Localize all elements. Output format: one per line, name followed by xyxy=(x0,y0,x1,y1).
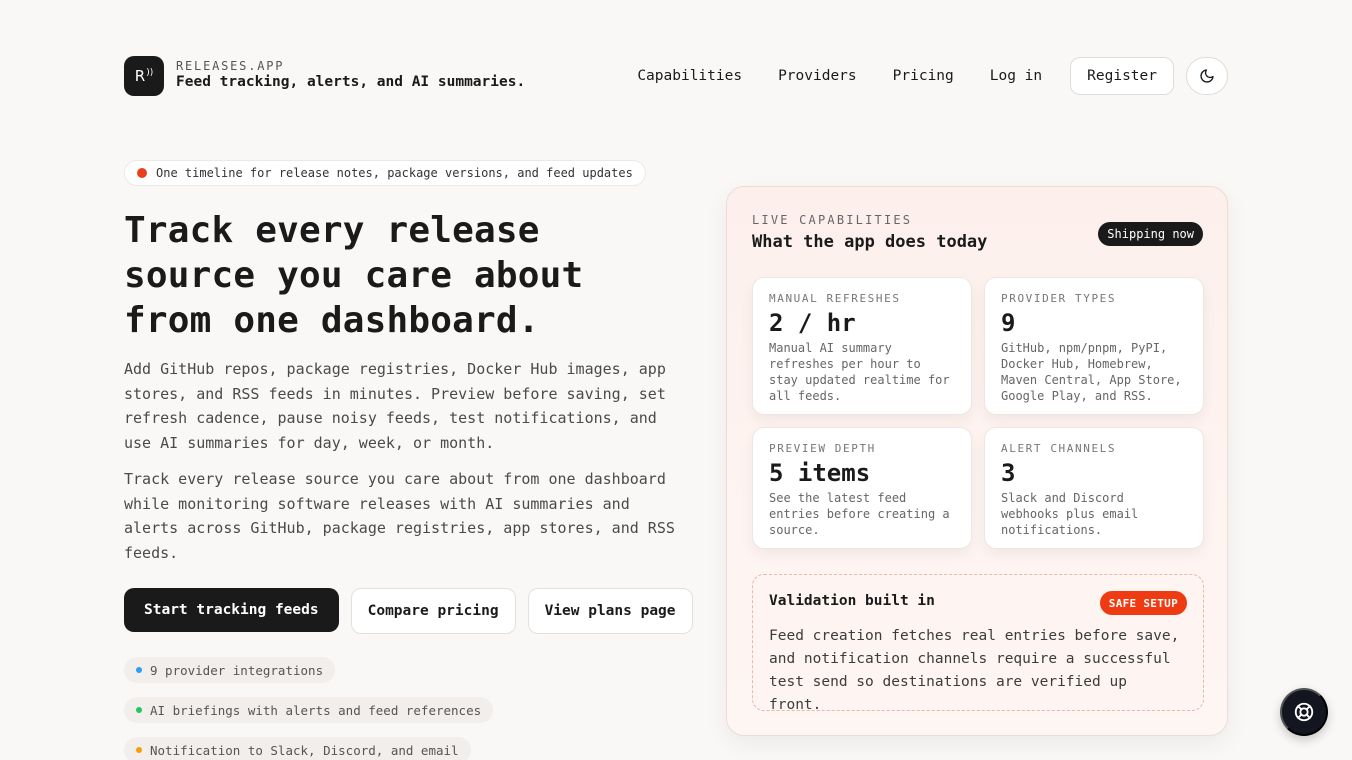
stat-value: 5 items xyxy=(769,459,871,487)
stat-label: PREVIEW DEPTH xyxy=(769,442,876,455)
feature-pill-notifications: Notification to Slack, Discord, and emai… xyxy=(124,737,471,760)
lifebuoy-icon xyxy=(1294,702,1314,722)
safe-setup-badge: SAFE SETUP xyxy=(1099,591,1187,615)
compare-pricing-button[interactable]: Compare pricing xyxy=(350,588,516,634)
card-eyebrow: LIVE CAPABILITIES xyxy=(752,213,913,227)
timeline-pill: One timeline for release notes, package … xyxy=(124,160,646,186)
stat-label: MANUAL REFRESHES xyxy=(769,292,901,305)
hero-paragraph-2: Track every release source you care abou… xyxy=(124,470,675,562)
app-logo[interactable]: R)) xyxy=(124,56,164,96)
feature-pill-ai: AI briefings with alerts and feed refere… xyxy=(124,697,494,723)
help-button[interactable] xyxy=(1280,688,1328,736)
feature-pill-providers: 9 provider integrations xyxy=(124,657,336,683)
feature-pill-label: AI briefings with alerts and feed refere… xyxy=(150,702,482,718)
hero-title: Track every release source you care abou… xyxy=(124,210,584,341)
stat-label: PROVIDER TYPES xyxy=(1001,292,1117,305)
timeline-pill-text: One timeline for release notes, package … xyxy=(156,166,633,180)
cta-row: Start tracking feeds Compare pricing Vie… xyxy=(124,588,705,634)
stat-value: 9 xyxy=(1001,309,1016,337)
shipping-badge: Shipping now xyxy=(1098,222,1203,246)
view-plans-button[interactable]: View plans page xyxy=(527,588,693,634)
main-nav: Capabilities Providers Pricing Log in Re… xyxy=(619,57,1228,95)
brand-tagline: Feed tracking, alerts, and AI summaries. xyxy=(176,74,526,90)
stat-manual-refreshes: MANUAL REFRESHES 2 / hr Manual AI summar… xyxy=(752,277,972,415)
stat-label: ALERT CHANNELS xyxy=(1001,442,1117,455)
feature-pill-label: Notification to Slack, Discord, and emai… xyxy=(150,742,459,758)
stat-preview-depth: PREVIEW DEPTH 5 items See the latest fee… xyxy=(752,427,972,549)
signal-icon: )) xyxy=(146,68,154,78)
feature-pill-label: 9 provider integrations xyxy=(150,662,324,678)
stat-description: Manual AI summary refreshes per hour to … xyxy=(769,341,950,403)
register-button[interactable]: Register xyxy=(1070,57,1174,95)
stat-provider-types: PROVIDER TYPES 9 GitHub, npm/pnpm, PyPI,… xyxy=(984,277,1204,415)
orange-dot-icon xyxy=(136,747,142,753)
brand-name: RELEASES.APP xyxy=(176,59,285,73)
blue-dot-icon xyxy=(136,667,142,673)
site-header: R)) RELEASES.APP Feed tracking, alerts, … xyxy=(124,56,1228,96)
nav-link-login[interactable]: Log in xyxy=(972,68,1060,84)
card-title: What the app does today xyxy=(752,232,988,252)
nav-link-providers[interactable]: Providers xyxy=(760,68,875,84)
nav-link-capabilities[interactable]: Capabilities xyxy=(619,68,760,84)
theme-toggle-button[interactable] xyxy=(1186,57,1228,95)
stat-value: 3 xyxy=(1001,459,1016,487)
live-capabilities-card: LIVE CAPABILITIES What the app does toda… xyxy=(726,186,1228,736)
validation-text: Feed creation fetches real entries befor… xyxy=(769,628,1180,713)
status-dot-icon xyxy=(137,168,147,178)
stat-description: GitHub, npm/pnpm, PyPI, Docker Hub, Home… xyxy=(1001,341,1182,403)
start-tracking-button[interactable]: Start tracking feeds xyxy=(124,588,339,632)
stat-value: 2 / hr xyxy=(769,309,856,337)
nav-link-pricing[interactable]: Pricing xyxy=(875,68,972,84)
stat-description: See the latest feed entries before creat… xyxy=(769,491,950,537)
logo-letter: R xyxy=(134,67,146,85)
stat-alert-channels: ALERT CHANNELS 3 Slack and Discord webho… xyxy=(984,427,1204,549)
green-dot-icon xyxy=(136,707,142,713)
stat-description: Slack and Discord webhooks plus email no… xyxy=(1001,491,1139,537)
hero-paragraph-1: Add GitHub repos, package registries, Do… xyxy=(124,360,666,452)
moon-icon xyxy=(1200,69,1214,83)
validation-box: Validation built in SAFE SETUP Feed crea… xyxy=(752,574,1204,713)
